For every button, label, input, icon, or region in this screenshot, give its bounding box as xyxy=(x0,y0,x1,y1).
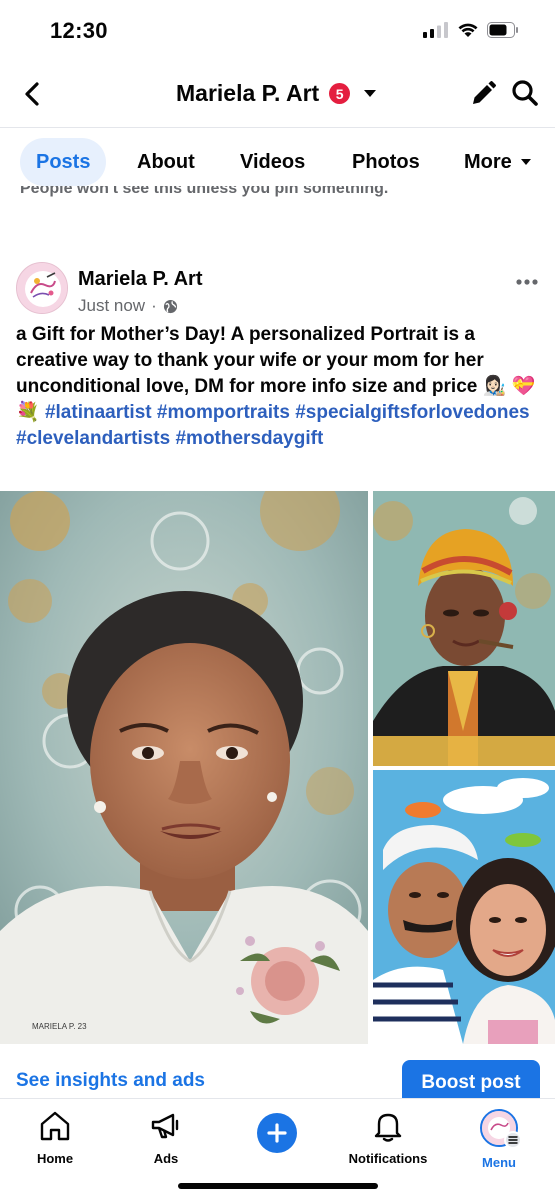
tab-more-label: More xyxy=(464,150,512,173)
tab-more[interactable]: More xyxy=(464,138,532,186)
nav-home[interactable]: Home xyxy=(0,1109,110,1166)
hashtag-link[interactable]: #clevelandartists xyxy=(16,428,170,449)
artist-logo-icon xyxy=(17,263,67,313)
edit-button[interactable] xyxy=(469,80,497,113)
nav-ads-label: Ads xyxy=(153,1151,179,1166)
page-switcher[interactable]: Mariela P. Art 5 xyxy=(176,80,378,107)
nav-create[interactable] xyxy=(222,1109,332,1153)
caret-down-icon xyxy=(520,159,531,165)
hashtag-link[interactable]: #specialgiftsforlovedones xyxy=(295,402,529,423)
nav-menu-label: Menu xyxy=(482,1155,516,1170)
cellular-signal-icon xyxy=(423,22,448,38)
bell-icon xyxy=(374,1113,402,1142)
page-title: Mariela P. Art xyxy=(176,80,320,106)
globe-icon xyxy=(163,299,177,313)
battery-icon xyxy=(487,22,518,38)
portrait-painting-turban-woman xyxy=(373,491,555,766)
tab-photos[interactable]: Photos xyxy=(352,138,420,186)
post-photo-secondary[interactable] xyxy=(373,491,555,766)
megaphone-icon xyxy=(151,1113,179,1139)
nav-menu[interactable]: Menu xyxy=(444,1109,554,1170)
post-author-avatar[interactable] xyxy=(16,262,68,314)
tab-posts[interactable]: Posts xyxy=(20,138,107,186)
nav-notifications-label: Notifications xyxy=(348,1151,428,1166)
pin-note: People won't see this unless you pin som… xyxy=(20,186,388,208)
search-button[interactable] xyxy=(511,79,539,112)
app-header: Mariela P. Art 5 xyxy=(0,62,555,128)
search-icon xyxy=(512,80,538,106)
home-icon xyxy=(40,1111,70,1141)
menu-badge xyxy=(504,1131,522,1149)
portrait-painting-couple xyxy=(373,770,555,1044)
wifi-icon xyxy=(458,23,478,37)
post-author-name[interactable]: Mariela P. Art xyxy=(78,268,203,291)
portrait-painting-woman: MARIELA P. 23 xyxy=(0,491,368,1044)
hashtag-link[interactable]: #mothersdaygift xyxy=(175,428,323,449)
menu-avatar xyxy=(480,1109,522,1149)
meta-separator: · xyxy=(151,296,157,315)
notification-badge: 5 xyxy=(329,83,351,104)
status-icons xyxy=(423,22,519,38)
nav-ads[interactable]: Ads xyxy=(111,1109,221,1166)
status-bar: 12:30 xyxy=(0,0,555,62)
home-indicator xyxy=(178,1183,378,1189)
hashtag-link[interactable]: #momportraits xyxy=(157,402,290,423)
pin-note-text: People won't see this unless you pin som… xyxy=(20,186,389,197)
back-button[interactable] xyxy=(16,76,48,112)
post-time[interactable]: Just now xyxy=(78,296,145,316)
status-time: 12:30 xyxy=(50,18,108,43)
page-tabs: Posts About Videos Photos More xyxy=(0,138,555,186)
see-insights-link[interactable]: See insights and ads xyxy=(16,1070,205,1092)
hamburger-icon xyxy=(508,1136,518,1144)
hashtag-link[interactable]: #latinaartist xyxy=(45,402,152,423)
chevron-left-icon xyxy=(25,82,39,106)
post-photo-main[interactable]: MARIELA P. 23 xyxy=(0,491,368,1044)
pencil-icon xyxy=(473,81,496,104)
more-dots-icon xyxy=(516,279,538,285)
create-button[interactable] xyxy=(257,1113,297,1153)
nav-home-label: Home xyxy=(36,1151,74,1166)
tab-videos[interactable]: Videos xyxy=(240,138,305,186)
post-options-button[interactable] xyxy=(515,266,539,292)
create-plus-icon xyxy=(267,1123,287,1143)
caret-down-icon xyxy=(364,89,377,97)
artist-signature: MARIELA P. 23 xyxy=(32,1022,87,1031)
nav-notifications[interactable]: Notifications xyxy=(333,1109,443,1166)
post-photo-tertiary[interactable] xyxy=(373,770,555,1044)
tab-about[interactable]: About xyxy=(137,138,195,186)
post-body: a Gift for Mother’s Day! A personalized … xyxy=(16,322,540,452)
post-meta: Just now · xyxy=(78,296,178,316)
